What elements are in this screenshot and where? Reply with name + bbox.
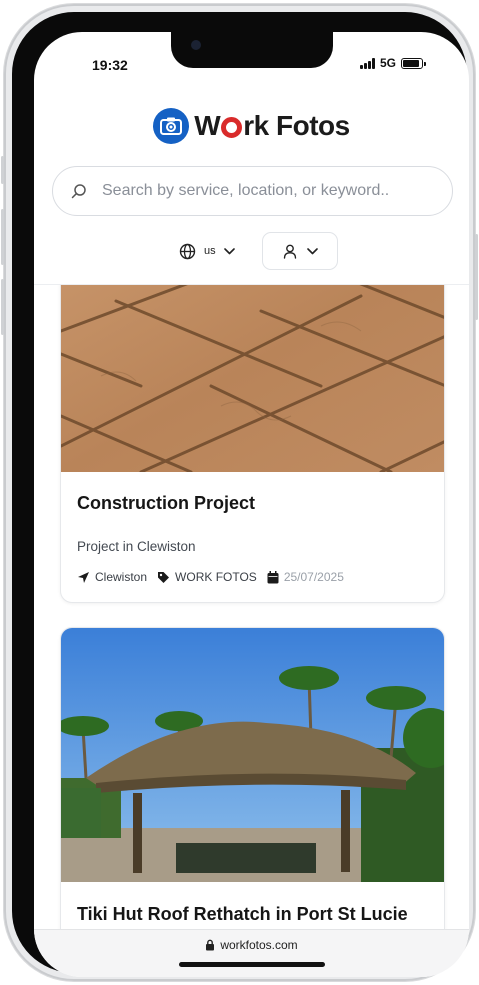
front-camera [191,40,201,50]
screen: 19:32 5G W rk Fotos Search by service, l… [34,32,469,977]
language-selector[interactable]: us [179,232,244,270]
url-label: workfotos.com [220,938,298,952]
date-label: 25/07/2025 [283,570,344,584]
battery-level [403,59,420,67]
tag-label: WORK FOTOS [175,570,257,584]
project-card[interactable]: Tiki Hut Roof Rethatch in Port St Lucie [60,627,445,929]
project-title[interactable]: Tiki Hut Roof Rethatch in Port St Lucie [77,904,408,925]
project-image[interactable] [61,628,444,882]
chevron-down-icon [306,247,318,254]
location-label: Clewiston [95,570,148,584]
meta-date: 25/07/2025 [267,570,344,584]
url-display[interactable]: workfotos.com [34,938,469,952]
header-controls: us [34,232,469,270]
camera-icon [153,108,190,144]
language-label: us [204,245,216,257]
meta-location[interactable]: Clewiston [77,570,147,584]
location-arrow-icon [78,571,89,583]
phone-frame: 19:32 5G W rk Fotos Search by service, l… [1,4,478,981]
chevron-down-icon [223,247,235,254]
search-icon [71,184,86,199]
calendar-icon [267,570,279,583]
account-menu-button[interactable] [262,232,338,270]
meta-tag[interactable]: WORK FOTOS [157,570,257,584]
phone-bezel: 19:32 5G W rk Fotos Search by service, l… [12,12,469,977]
site-logo[interactable]: W rk Fotos [34,108,469,144]
tag-icon [158,571,170,583]
globe-icon [179,243,196,259]
project-card[interactable]: Construction Project Project in Clewisto… [60,285,445,603]
battery-icon [401,57,427,69]
notch [171,32,333,68]
user-icon [283,244,296,259]
status-indicators: 5G [360,56,427,70]
project-feed[interactable]: Construction Project Project in Clewisto… [34,285,469,929]
logo-text-end: rk Fotos [243,110,350,141]
power-button [475,234,478,320]
status-time: 19:32 [92,57,128,73]
lock-icon [206,939,215,951]
mute-switch [1,156,4,184]
project-meta: Clewiston WORK FOTOS 25/07/2025 [77,570,354,584]
network-label: 5G [380,56,397,70]
project-image[interactable] [61,285,444,472]
volume-up-button [1,209,4,265]
volume-down-button [1,279,4,335]
project-title[interactable]: Construction Project [77,493,255,514]
search-bar[interactable] [52,166,453,216]
home-indicator[interactable] [179,962,325,967]
search-input[interactable] [102,182,422,200]
logo-o-mark [221,116,243,138]
browser-address-bar[interactable]: workfotos.com [34,929,469,977]
logo-text-start: W [194,110,221,141]
signal-icon [360,57,375,69]
logo-wordmark: W rk Fotos [194,110,350,142]
project-subtitle: Project in Clewiston [77,539,196,554]
